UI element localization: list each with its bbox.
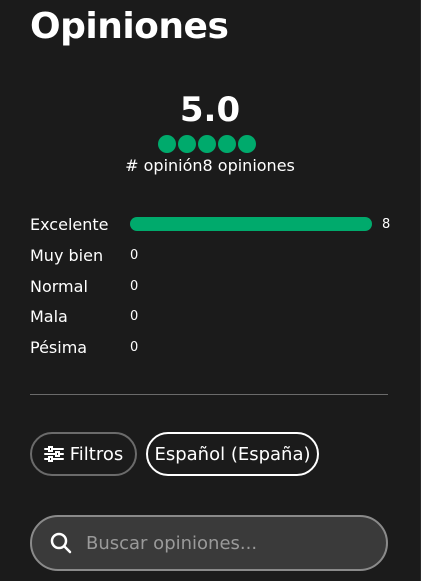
search-box[interactable] bbox=[30, 515, 388, 571]
distribution-row-muy-bien[interactable]: Muy bien 0 bbox=[30, 244, 138, 266]
filters-label: Filtros bbox=[69, 443, 124, 465]
page-title: Opiniones bbox=[30, 6, 229, 47]
distribution-count: 0 bbox=[130, 339, 139, 355]
rating-score: 5.0 bbox=[179, 90, 241, 130]
distribution-label: Pésima bbox=[30, 337, 88, 357]
distribution-bar bbox=[130, 217, 372, 231]
rating-bubble-icon bbox=[238, 135, 256, 153]
rating-bubbles bbox=[158, 135, 256, 153]
distribution-count: 8 bbox=[382, 216, 391, 232]
distribution-label: Muy bien bbox=[30, 245, 104, 265]
rating-bubble-icon bbox=[218, 135, 236, 153]
filters-button[interactable]: Filtros bbox=[30, 432, 137, 476]
language-filter-button[interactable]: Español (España) bbox=[146, 432, 319, 476]
distribution-row-normal[interactable]: Normal 0 bbox=[30, 275, 138, 297]
distribution-label: Excelente bbox=[30, 214, 109, 234]
search-input[interactable] bbox=[84, 531, 358, 555]
distribution-label: Normal bbox=[30, 276, 88, 296]
distribution-label: Mala bbox=[30, 306, 68, 326]
rating-bubble-icon bbox=[198, 135, 216, 153]
rating-bubble-icon bbox=[178, 135, 196, 153]
distribution-bar-fill bbox=[130, 217, 372, 231]
rating-bubble-icon bbox=[158, 135, 176, 153]
search-icon bbox=[50, 532, 72, 554]
distribution-row-mala[interactable]: Mala 0 bbox=[30, 305, 138, 327]
reviews-panel: Opiniones 5.0 # opinión8 opiniones Excel… bbox=[0, 0, 421, 581]
language-label: Español (España) bbox=[154, 443, 311, 465]
divider bbox=[30, 394, 388, 395]
distribution-row-pesima[interactable]: Pésima 0 bbox=[30, 336, 138, 358]
distribution-count: 0 bbox=[130, 308, 139, 324]
sliders-icon bbox=[43, 446, 64, 462]
distribution-count: 0 bbox=[130, 278, 139, 294]
distribution-row-excelente[interactable]: Excelente 8 bbox=[30, 213, 390, 235]
review-count: # opinión8 opiniones bbox=[125, 156, 295, 175]
distribution-count: 0 bbox=[130, 247, 139, 263]
